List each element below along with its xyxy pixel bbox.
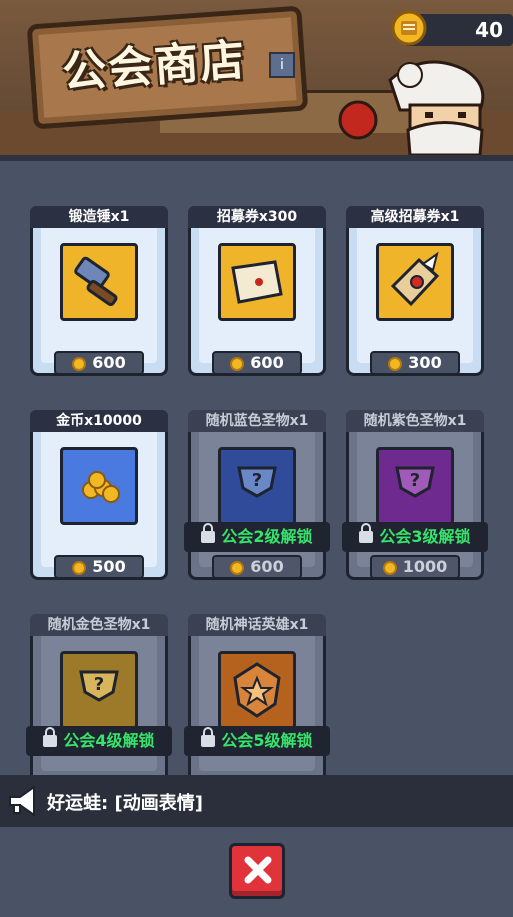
coin-icon (388, 357, 403, 371)
item-name: 高级招募券x1 (346, 206, 484, 228)
megaphone-icon (9, 785, 35, 817)
coin-icon (382, 561, 397, 575)
unlock-requirement-banner: 公会3级解锁 (342, 522, 488, 552)
lock-icon (43, 727, 58, 747)
bottom-bar (0, 827, 513, 917)
lock-icon (359, 523, 374, 543)
shop-item-card-locked[interactable]: 随机神话英雄x1 公会5级解锁 (184, 614, 330, 775)
price-value: 600 (250, 557, 284, 576)
guild-coin-icon (391, 10, 427, 46)
svg-text:?: ? (410, 470, 420, 491)
price-button[interactable]: 600 (212, 351, 302, 375)
coin-icon (230, 561, 245, 575)
lock-icon (201, 523, 216, 543)
premium-scroll-icon (376, 243, 454, 321)
shop-item-card-locked[interactable]: 随机紫色圣物x1 ? 1000 公会3级解锁 (342, 410, 488, 580)
lock-icon (201, 727, 216, 747)
price-button[interactable]: 300 (370, 351, 460, 375)
price-value: 300 (408, 353, 442, 372)
unlock-text: 公会2级解锁 (221, 527, 313, 546)
price-value: 600 (92, 353, 126, 372)
merchant-character-icon (338, 60, 485, 155)
price-button[interactable]: 500 (54, 555, 144, 579)
info-button[interactable]: i (269, 52, 295, 78)
item-name: 随机神话英雄x1 (188, 614, 326, 636)
shop-item-card-locked[interactable]: 随机蓝色圣物x1 ? 600 公会2级解锁 (184, 410, 330, 580)
page-title: 公会商店 (60, 34, 248, 99)
unlock-requirement-banner: 公会2级解锁 (184, 522, 330, 552)
close-icon (244, 856, 272, 884)
gold-coins-icon (60, 447, 138, 525)
price-value: 600 (250, 353, 284, 372)
shop-item-card[interactable]: 招募券x300 600 (188, 206, 326, 376)
guild-coin-count: 40 (475, 18, 503, 42)
coin-icon (72, 561, 87, 575)
svg-text:?: ? (94, 674, 104, 695)
svg-text:?: ? (252, 470, 262, 491)
unlock-text: 公会4级解锁 (63, 731, 155, 750)
shop-item-grid: 锻造锤x1 600 招募券x300 600 高级招募券x1 300 金币x100… (0, 161, 513, 775)
hammer-icon (60, 243, 138, 321)
shop-item-card-locked[interactable]: 随机金色圣物x1 ? 公会4级解锁 (26, 614, 172, 775)
shop-item-card[interactable]: 高级招募券x1 300 (346, 206, 484, 376)
item-name: 金币x10000 (30, 410, 168, 432)
chat-message: 好运蛙: [动画表情] (47, 793, 203, 814)
price-button: 1000 (370, 555, 460, 579)
price-button[interactable]: 600 (54, 351, 144, 375)
chat-ticker[interactable]: 好运蛙: [动画表情] (0, 775, 513, 827)
price-button: 600 (212, 555, 302, 579)
coin-icon (230, 357, 245, 371)
mythic-hero-icon (218, 651, 296, 729)
shop-item-card[interactable]: 锻造锤x1 600 (30, 206, 168, 376)
price-value: 500 (92, 557, 126, 576)
purple-relic-icon: ? (376, 447, 454, 525)
item-name: 随机蓝色圣物x1 (188, 410, 326, 432)
unlock-text: 公会5级解锁 (221, 731, 313, 750)
unlock-requirement-banner: 公会5级解锁 (184, 726, 330, 756)
item-name: 招募券x300 (188, 206, 326, 228)
unlock-requirement-banner: 公会4级解锁 (26, 726, 172, 756)
item-name: 随机金色圣物x1 (30, 614, 168, 636)
coin-icon (72, 357, 87, 371)
price-value: 1000 (402, 557, 448, 576)
shop-header: 公会商店 i 40 (0, 0, 513, 161)
guild-coin-counter: 40 (391, 10, 513, 46)
item-name: 锻造锤x1 (30, 206, 168, 228)
close-button[interactable] (229, 843, 285, 899)
item-name: 随机紫色圣物x1 (346, 410, 484, 432)
scroll-icon (218, 243, 296, 321)
gold-relic-icon: ? (60, 651, 138, 729)
blue-relic-icon: ? (218, 447, 296, 525)
unlock-text: 公会3级解锁 (379, 527, 471, 546)
shop-item-card[interactable]: 金币x10000 500 (30, 410, 168, 580)
